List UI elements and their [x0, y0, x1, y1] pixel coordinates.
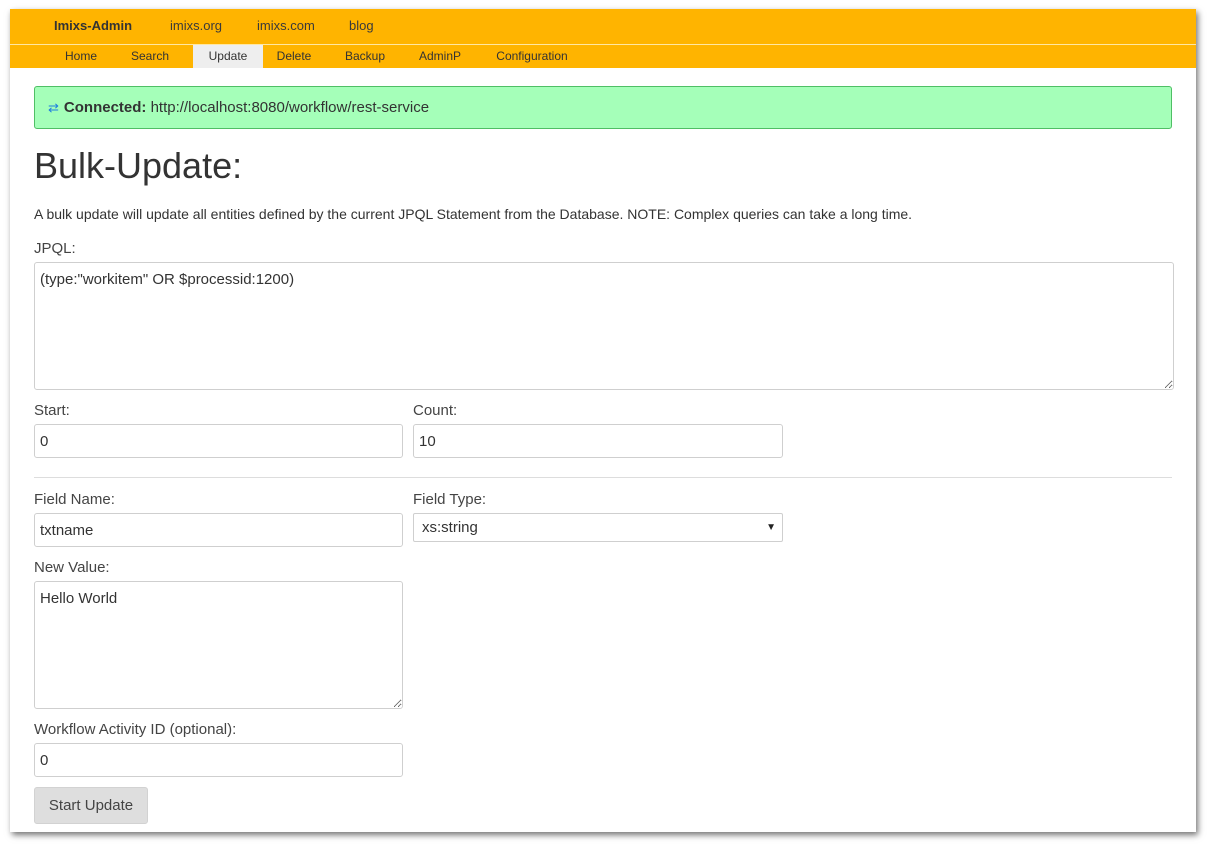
nav-link-blog[interactable]: blog [349, 9, 374, 44]
field-name-input[interactable] [34, 513, 403, 547]
nav-link-imixs-org[interactable]: imixs.org [170, 9, 222, 44]
exchange-icon: ⇄ [48, 100, 59, 115]
tab-search[interactable]: Search [122, 45, 178, 68]
count-label: Count: [413, 402, 458, 419]
tab-backup[interactable]: Backup [336, 45, 394, 68]
field-name-label: Field Name: [34, 491, 115, 508]
jpql-textarea[interactable]: (type:"workitem" OR $processid:1200) [34, 262, 1174, 390]
nav-link-imixs-com[interactable]: imixs.com [257, 9, 315, 44]
tab-configuration[interactable]: Configuration [488, 45, 576, 68]
top-navbar: Imixs-Admin imixs.org imixs.com blog [10, 9, 1196, 45]
field-type-select[interactable]: xs:string ▼ [413, 513, 783, 542]
start-input[interactable] [34, 424, 403, 458]
activity-id-label: Workflow Activity ID (optional): [34, 721, 237, 738]
section-divider [34, 477, 1172, 478]
alert-label: Connected: [63, 99, 147, 116]
new-value-textarea[interactable]: Hello World [34, 581, 403, 709]
sub-navbar: Home Search Update Delete Backup AdminP … [10, 45, 1196, 68]
caret-down-icon: ▼ [766, 522, 776, 533]
page-title: Bulk-Update: [34, 145, 243, 186]
brand-link[interactable]: Imixs-Admin [54, 9, 132, 44]
start-label: Start: [34, 402, 70, 419]
activity-id-input[interactable] [34, 743, 403, 777]
connection-alert: ⇄ Connected: http://localhost:8080/workfl… [34, 86, 1172, 129]
tab-update[interactable]: Update [193, 45, 263, 68]
field-type-selected: xs:string [422, 519, 478, 536]
tab-adminp[interactable]: AdminP [410, 45, 470, 68]
field-type-label: Field Type: [413, 491, 487, 508]
tab-home[interactable]: Home [54, 45, 108, 68]
jpql-label: JPQL: [34, 240, 76, 257]
tab-delete[interactable]: Delete [267, 45, 321, 68]
page-description: A bulk update will update all entities d… [34, 206, 913, 222]
start-update-button[interactable]: Start Update [34, 787, 148, 824]
alert-url: http://localhost:8080/workflow/rest-serv… [150, 99, 430, 116]
new-value-label: New Value: [34, 559, 110, 576]
count-input[interactable] [413, 424, 783, 458]
app-window: Imixs-Admin imixs.org imixs.com blog Hom… [10, 9, 1196, 832]
